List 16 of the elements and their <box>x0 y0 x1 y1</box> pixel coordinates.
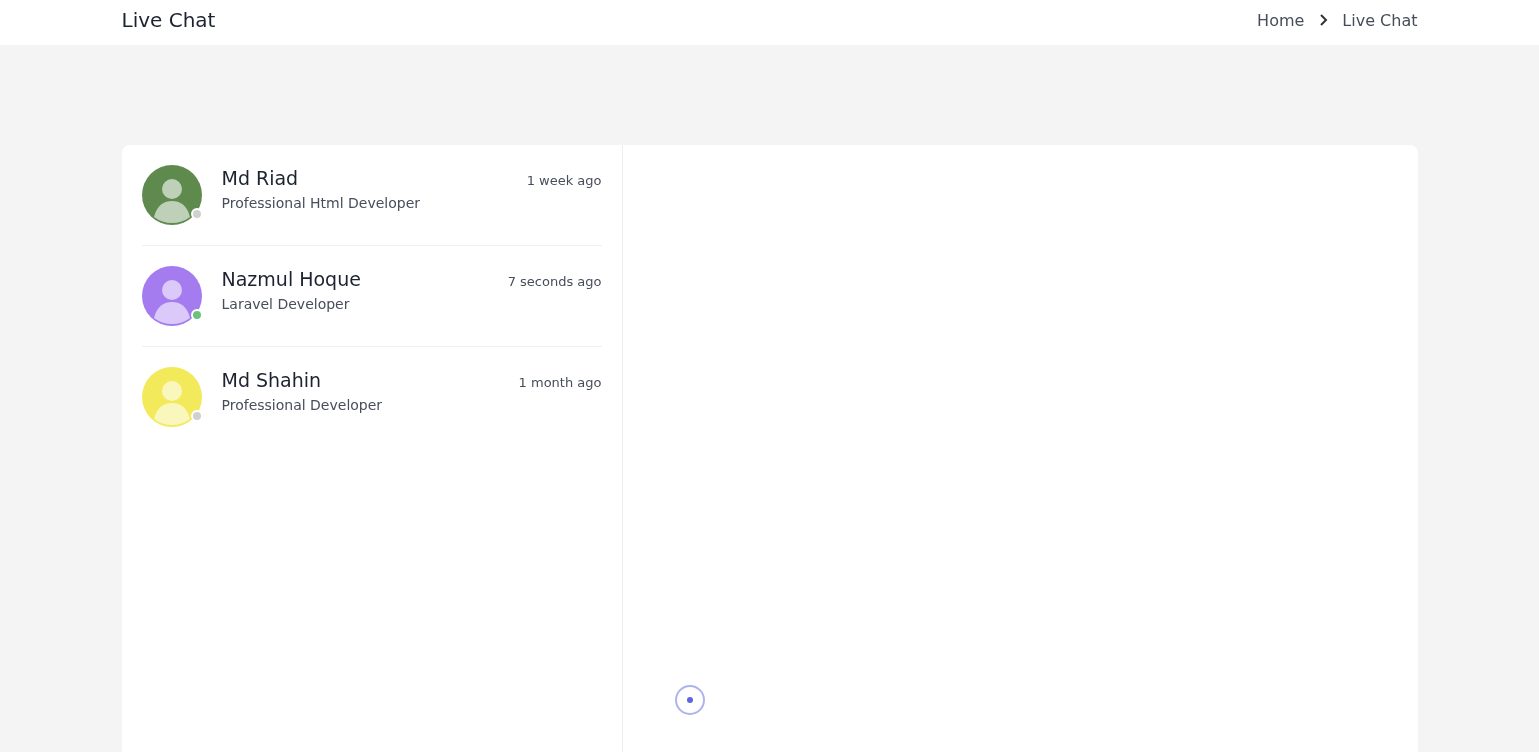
current-page-label: Live Chat <box>1342 10 1418 30</box>
contact-role: Professional Developer <box>221 397 384 413</box>
contact-name: Md Shahin <box>221 369 322 391</box>
contact-name: Nazmul Hoque <box>221 268 361 290</box>
page-title: Live Chat <box>121 8 216 32</box>
contact-item[interactable]: Md Shahin 1 month ago Professional Developer <box>141 347 602 447</box>
contact-role: Laravel Developer <box>221 296 351 312</box>
contact-name: Md Riad <box>221 167 299 189</box>
contact-item[interactable]: Md Riad 1 week ago Professional Html Developer <box>141 145 602 246</box>
contact-item[interactable]: Nazmul Hoque 7 seconds ago Laravel Developer <box>141 246 602 347</box>
last-seen-time: 7 seconds ago <box>507 274 602 289</box>
contact-role: Professional Html Developer <box>221 195 422 211</box>
breadcrumb-link[interactable]: Home <box>1257 10 1305 30</box>
chevron-right-icon <box>1318 13 1329 27</box>
last-seen-time: 1 month ago <box>518 375 602 390</box>
last-seen-time: 1 week ago <box>526 173 602 188</box>
